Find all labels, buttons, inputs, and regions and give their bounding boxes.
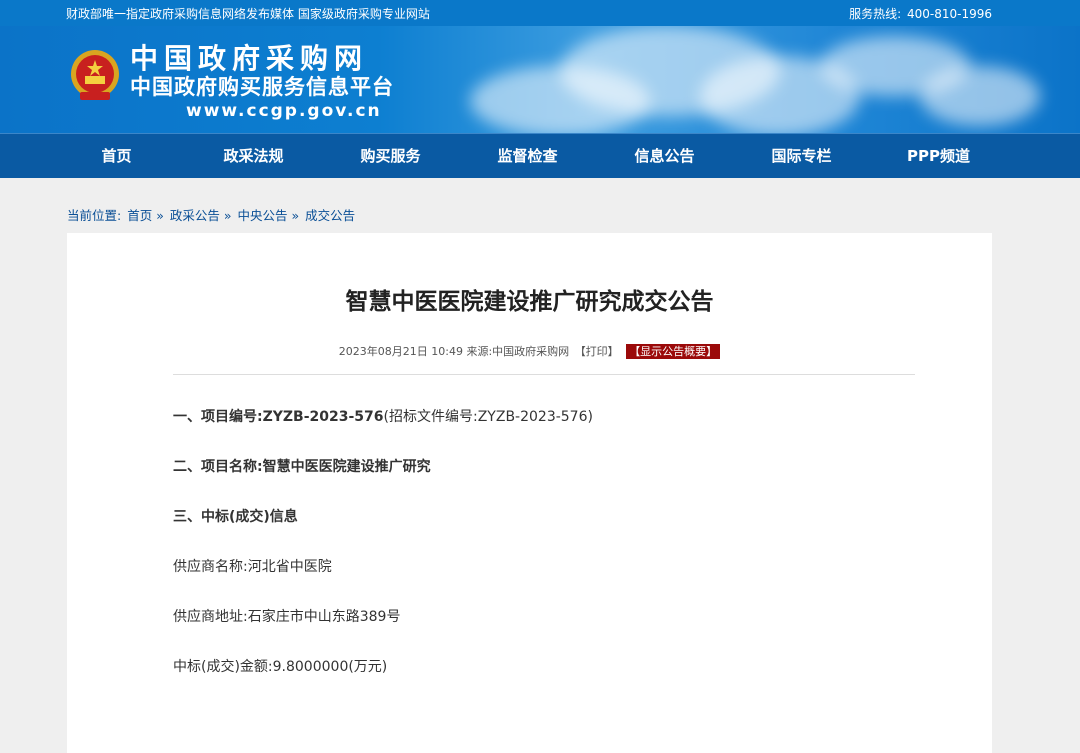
nav-item-purchase-services[interactable]: 购买服务 <box>322 134 459 178</box>
nav-item-supervision[interactable]: 监督检查 <box>459 134 596 178</box>
breadcrumb-separator: » <box>156 208 164 223</box>
award-info-heading: 三、中标(成交)信息 <box>173 509 298 525</box>
top-bar: 财政部唯一指定政府采购信息网络发布媒体 国家级政府采购专业网站 服务热线: 40… <box>0 0 1080 26</box>
divider <box>173 374 915 375</box>
logo-url: www.ccgp.gov.cn <box>186 101 382 121</box>
breadcrumb-separator: » <box>291 208 300 223</box>
breadcrumb-deal[interactable]: 成交公告 <box>305 208 355 223</box>
hotline: 服务热线: 400-810-1996 <box>849 5 992 22</box>
article-meta: 2023年08月21日 10:49 来源:中国政府采购网 【打印】 【显示公告概… <box>67 343 992 359</box>
national-emblem-icon <box>71 50 119 100</box>
award-amount-row: 中标(成交)金额:9.8000000(万元) <box>173 659 388 675</box>
breadcrumb-home[interactable]: 首页 <box>127 208 152 223</box>
breadcrumb-central[interactable]: 中央公告 <box>237 208 287 223</box>
nav-item-ppp[interactable]: PPP频道 <box>870 134 1007 178</box>
article-date-source: 2023年08月21日 10:49 来源:中国政府采购网 <box>338 345 570 358</box>
breadcrumb-announcements[interactable]: 政采公告 <box>170 208 220 223</box>
breadcrumb: 当前位置: 首页 » 政采公告 » 中央公告 » 成交公告 <box>0 178 1080 233</box>
print-link[interactable]: 【打印】 <box>575 345 619 358</box>
slogan-text: 财政部唯一指定政府采购信息网络发布媒体 国家级政府采购专业网站 <box>66 6 430 21</box>
article-panel: 智慧中医医院建设推广研究成交公告 2023年08月21日 10:49 来源:中国… <box>67 233 992 753</box>
nav-item-international[interactable]: 国际专栏 <box>733 134 870 178</box>
breadcrumb-label: 当前位置: <box>67 208 122 223</box>
hotline-label: 服务热线: <box>849 6 902 21</box>
supplier-name-row: 供应商名称:河北省中医院 <box>173 559 332 575</box>
show-summary-button[interactable]: 【显示公告概要】 <box>626 344 721 359</box>
supplier-address-row: 供应商地址:石家庄市中山东路389号 <box>173 609 401 625</box>
logo-title-line1: 中国政府采购网 <box>130 42 369 75</box>
article-body: 一、项目编号:ZYZB-2023-576 (招标文件编号:ZYZB-2023-5… <box>67 391 992 691</box>
project-name-row: 二、项目名称:智慧中医医院建设推广研究 <box>173 459 431 475</box>
breadcrumb-separator: » <box>223 208 232 223</box>
nav-item-home[interactable]: 首页 <box>48 134 185 178</box>
site-banner: 中国政府采购网 中国政府购买服务信息平台 www.ccgp.gov.cn <box>0 26 1080 133</box>
nav-item-announcements[interactable]: 信息公告 <box>596 134 733 178</box>
hotline-number: 400-810-1996 <box>906 6 992 21</box>
logo-title-line2: 中国政府购买服务信息平台 <box>130 75 394 99</box>
project-number-row: 一、项目编号:ZYZB-2023-576 (招标文件编号:ZYZB-2023-5… <box>173 409 593 425</box>
site-logo[interactable]: 中国政府采购网 中国政府购买服务信息平台 www.ccgp.gov.cn <box>130 44 394 122</box>
article-title: 智慧中医医院建设推广研究成交公告 <box>345 289 714 315</box>
nav-item-regulations[interactable]: 政采法规 <box>185 134 322 178</box>
main-nav: 首页 政采法规 购买服务 监督检查 信息公告 国际专栏 PPP频道 <box>0 133 1080 178</box>
